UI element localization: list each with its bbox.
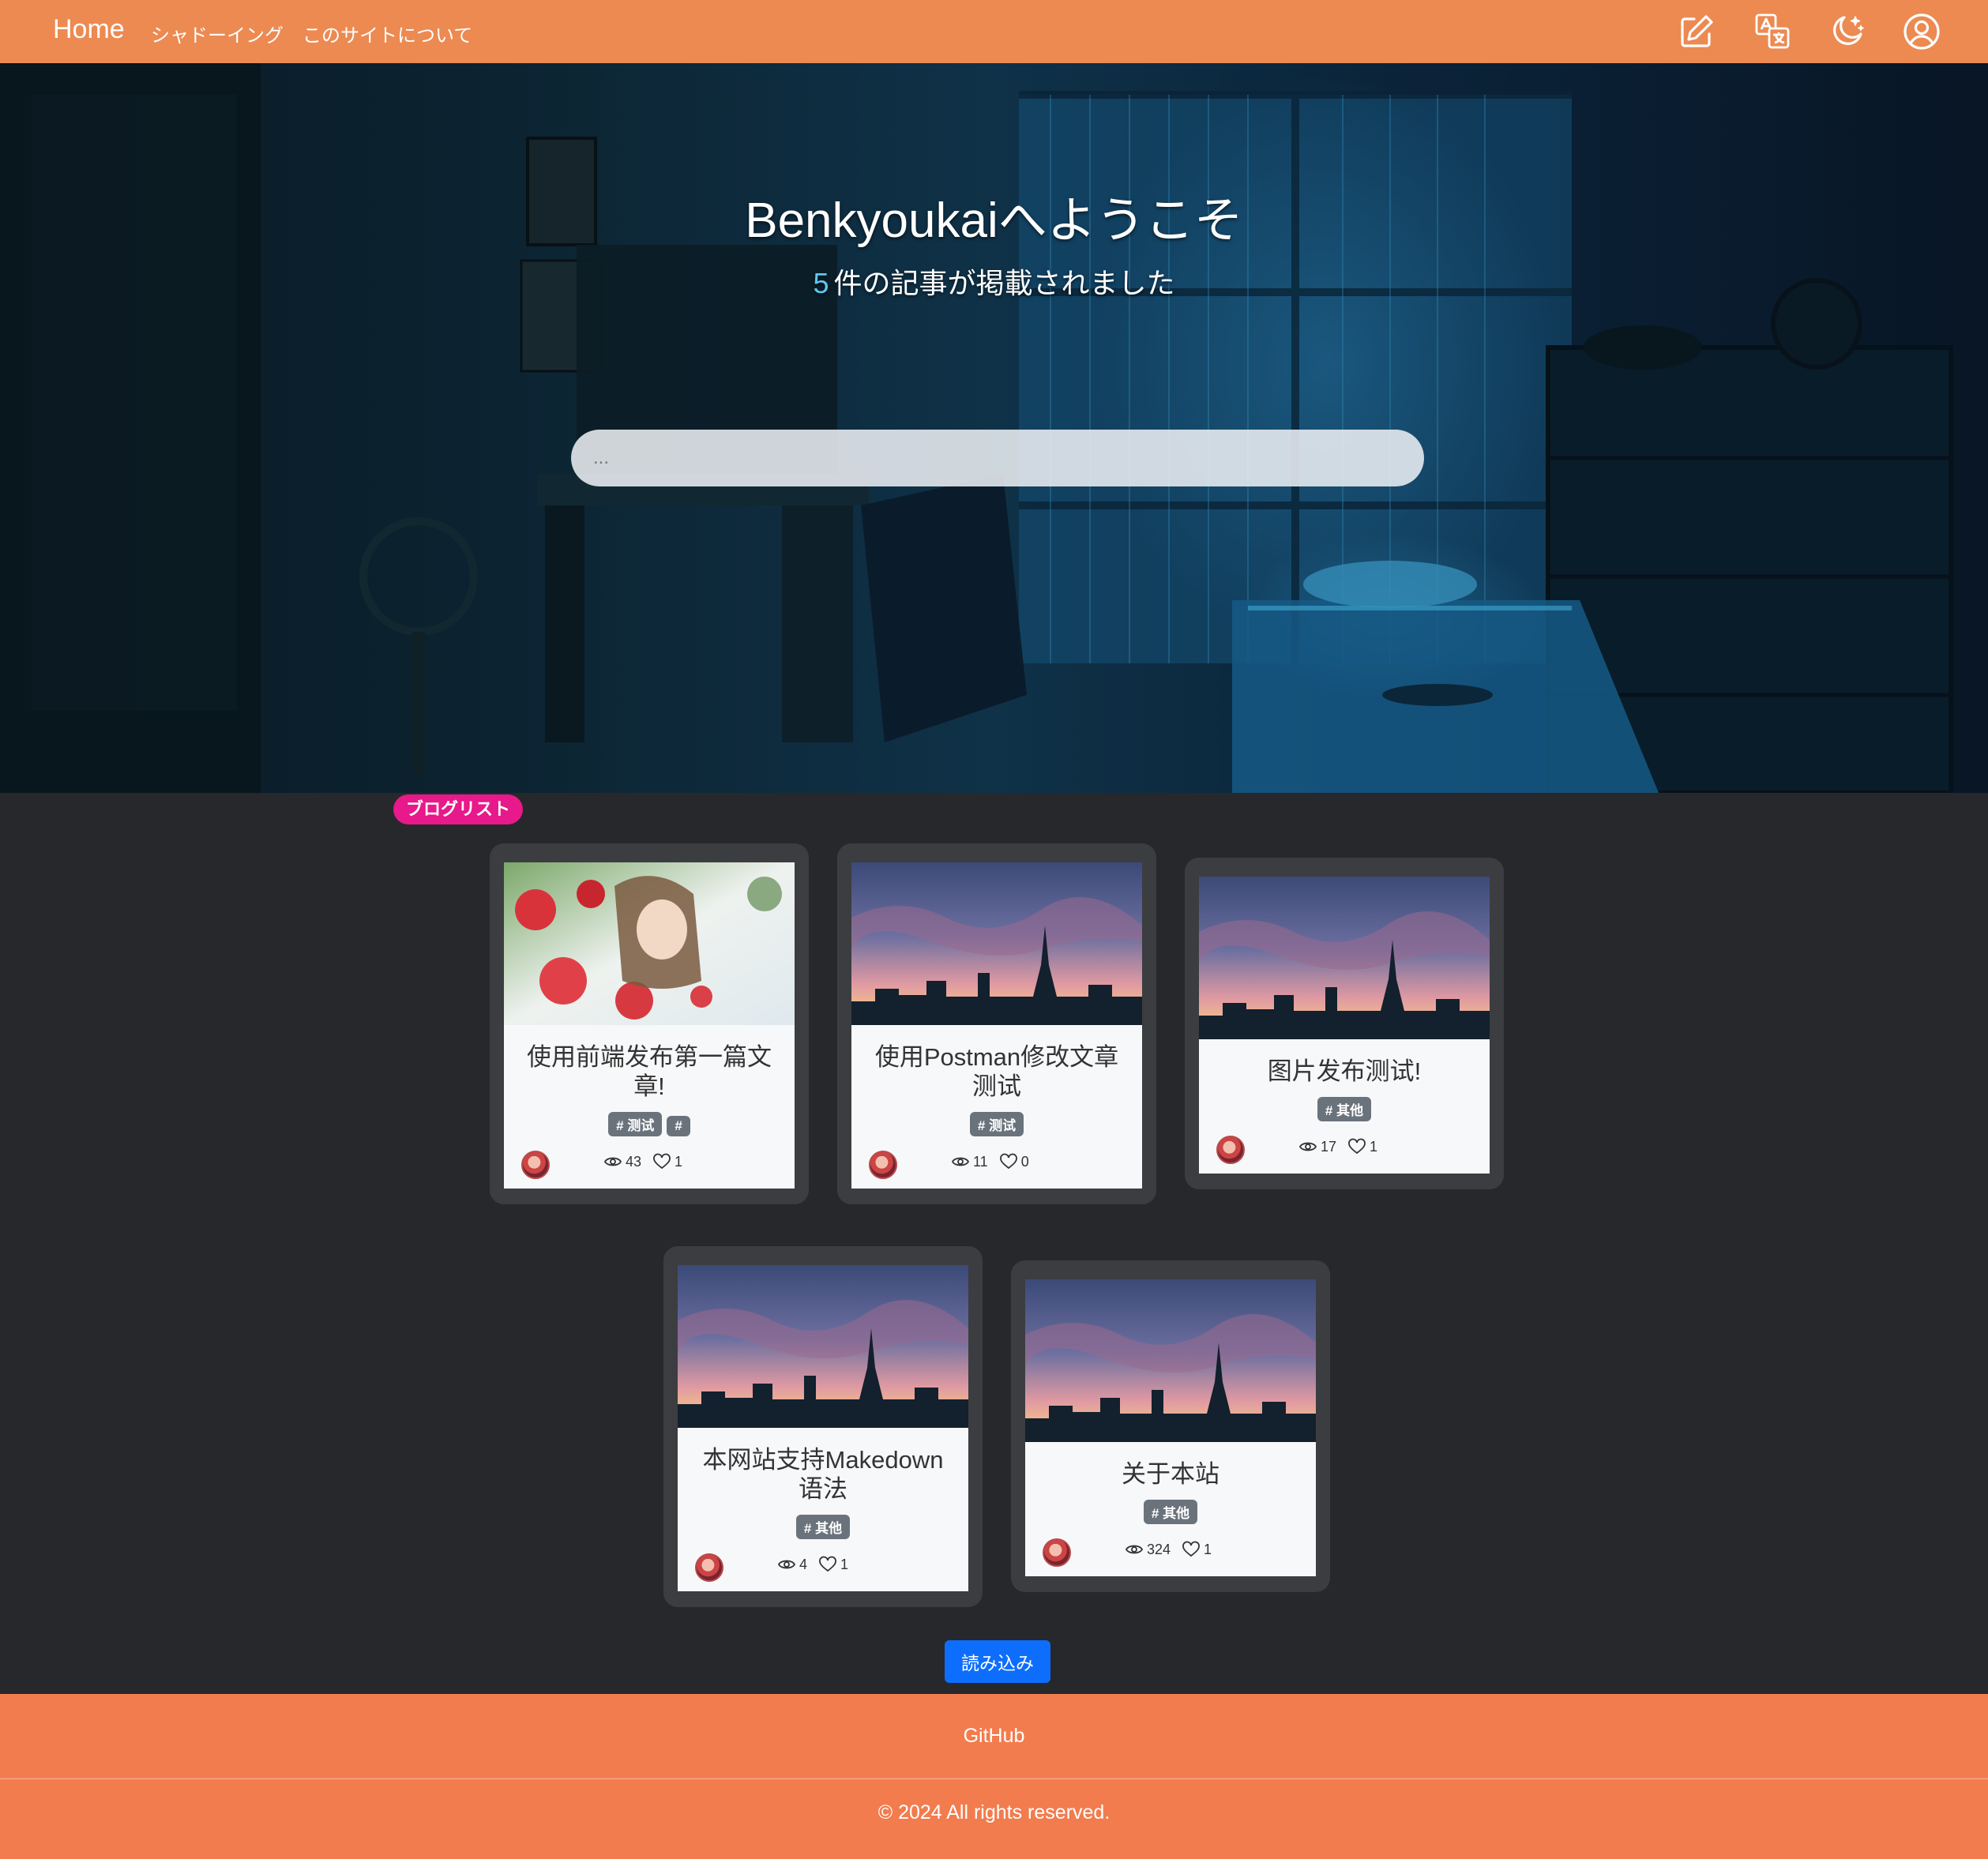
view-count: 43 bbox=[626, 1153, 642, 1170]
eye-icon bbox=[603, 1157, 622, 1166]
bedroom-background-image bbox=[0, 63, 1988, 793]
nav-link-about[interactable]: このサイトについて bbox=[303, 20, 472, 47]
article-title[interactable]: 使用Postman修改文章测试 bbox=[851, 1025, 1142, 1101]
article-title[interactable]: 关于本站 bbox=[1025, 1442, 1316, 1489]
heart-icon[interactable] bbox=[652, 1152, 671, 1171]
article-count: 5 bbox=[813, 267, 829, 299]
author-avatar[interactable] bbox=[1043, 1538, 1071, 1567]
tag-badge[interactable]: # 其他 bbox=[795, 1515, 851, 1539]
like-count: 1 bbox=[1204, 1541, 1212, 1557]
article-stats: 43 1 bbox=[603, 1152, 682, 1171]
heart-icon[interactable] bbox=[999, 1152, 1018, 1171]
author-avatar[interactable] bbox=[695, 1553, 723, 1582]
like-count: 0 bbox=[1020, 1153, 1029, 1170]
view-count: 11 bbox=[973, 1153, 988, 1170]
author-avatar[interactable] bbox=[1216, 1136, 1245, 1164]
article-thumbnail-flowers[interactable] bbox=[504, 862, 795, 1025]
tag-list: # 其他 bbox=[1025, 1500, 1316, 1524]
eye-icon bbox=[777, 1560, 796, 1569]
hero-subtitle: 5 件の記事が掲載されました bbox=[0, 261, 1988, 302]
translate-icon[interactable] bbox=[1750, 9, 1794, 54]
tag-badge[interactable]: # 测试 bbox=[608, 1112, 663, 1136]
tag-list: # 测试 bbox=[851, 1112, 1142, 1136]
edit-icon[interactable] bbox=[1674, 9, 1719, 54]
article-card[interactable]: 关于本站 # 其他 324 1 bbox=[1011, 1260, 1330, 1592]
article-title[interactable]: 本网站支持Makedown语法 bbox=[678, 1428, 968, 1504]
tag-badge[interactable]: # 其他 bbox=[1143, 1500, 1198, 1524]
heart-icon[interactable] bbox=[1182, 1540, 1201, 1559]
footer-copyright: © 2024 All rights reserved. bbox=[0, 1779, 1988, 1859]
article-card[interactable]: 使用前端发布第一篇文章! # 测试 # 43 1 bbox=[490, 843, 809, 1204]
tag-list: # 其他 bbox=[678, 1515, 968, 1539]
article-stats: 324 1 bbox=[1125, 1540, 1212, 1559]
tag-list: # 其他 bbox=[1199, 1097, 1490, 1121]
nav-home-link[interactable]: Home bbox=[53, 14, 125, 45]
tag-badge[interactable]: # bbox=[667, 1116, 690, 1136]
search-input[interactable] bbox=[571, 430, 1424, 486]
blog-list-badge: ブログリスト bbox=[393, 794, 524, 824]
article-card[interactable]: 使用Postman修改文章测试 # 测试 11 0 bbox=[837, 843, 1156, 1204]
footer-links: GitHub bbox=[0, 1694, 1988, 1779]
tag-badge[interactable]: # 测试 bbox=[969, 1112, 1024, 1136]
article-count-label: 件の記事が掲載されました bbox=[833, 267, 1175, 299]
like-count: 1 bbox=[675, 1153, 683, 1170]
article-stats: 11 0 bbox=[951, 1152, 1029, 1171]
heart-icon[interactable] bbox=[818, 1555, 837, 1574]
article-meta: 11 0 bbox=[851, 1136, 1142, 1189]
article-meta: 43 1 bbox=[504, 1136, 795, 1189]
load-more-button[interactable]: 読み込み bbox=[945, 1640, 1050, 1683]
author-avatar[interactable] bbox=[869, 1151, 897, 1179]
tag-list: # 测试 # bbox=[504, 1112, 795, 1136]
tag-badge[interactable]: # 其他 bbox=[1317, 1097, 1372, 1121]
view-count: 4 bbox=[799, 1556, 808, 1572]
article-thumbnail-sky[interactable] bbox=[1199, 877, 1490, 1039]
user-icon[interactable] bbox=[1900, 9, 1944, 54]
article-meta: 4 1 bbox=[678, 1539, 968, 1591]
article-thumbnail-sky[interactable] bbox=[1025, 1279, 1316, 1442]
article-thumbnail-sky[interactable] bbox=[678, 1265, 968, 1428]
like-count: 1 bbox=[840, 1556, 849, 1572]
dark-mode-icon[interactable] bbox=[1825, 9, 1869, 54]
article-meta: 324 1 bbox=[1025, 1524, 1316, 1576]
article-stats: 4 1 bbox=[777, 1555, 848, 1574]
github-link[interactable]: GitHub bbox=[0, 1694, 1988, 1778]
article-title[interactable]: 图片发布测试! bbox=[1199, 1039, 1490, 1086]
navbar: Home シャドーイング このサイトについて bbox=[0, 0, 1988, 63]
view-count: 324 bbox=[1147, 1541, 1171, 1557]
author-avatar[interactable] bbox=[521, 1151, 550, 1179]
eye-icon bbox=[951, 1157, 970, 1166]
article-card[interactable]: 本网站支持Makedown语法 # 其他 4 1 bbox=[663, 1246, 983, 1607]
like-count: 1 bbox=[1370, 1138, 1378, 1155]
article-card[interactable]: 图片发布测试! # 其他 17 1 bbox=[1185, 858, 1504, 1189]
hero-banner: Benkyoukaiへようこそ 5 件の記事が掲載されました bbox=[0, 63, 1988, 793]
eye-icon bbox=[1125, 1545, 1144, 1554]
article-thumbnail-sky[interactable] bbox=[851, 862, 1142, 1025]
nav-link-shadowing[interactable]: シャドーイング bbox=[151, 20, 284, 47]
view-count: 17 bbox=[1321, 1138, 1337, 1155]
hero-title: Benkyoukaiへようこそ bbox=[745, 193, 1243, 248]
heart-icon[interactable] bbox=[1347, 1137, 1366, 1156]
eye-icon bbox=[1298, 1142, 1317, 1151]
article-stats: 17 1 bbox=[1298, 1137, 1377, 1156]
article-title[interactable]: 使用前端发布第一篇文章! bbox=[504, 1025, 795, 1101]
article-meta: 17 1 bbox=[1199, 1121, 1490, 1174]
